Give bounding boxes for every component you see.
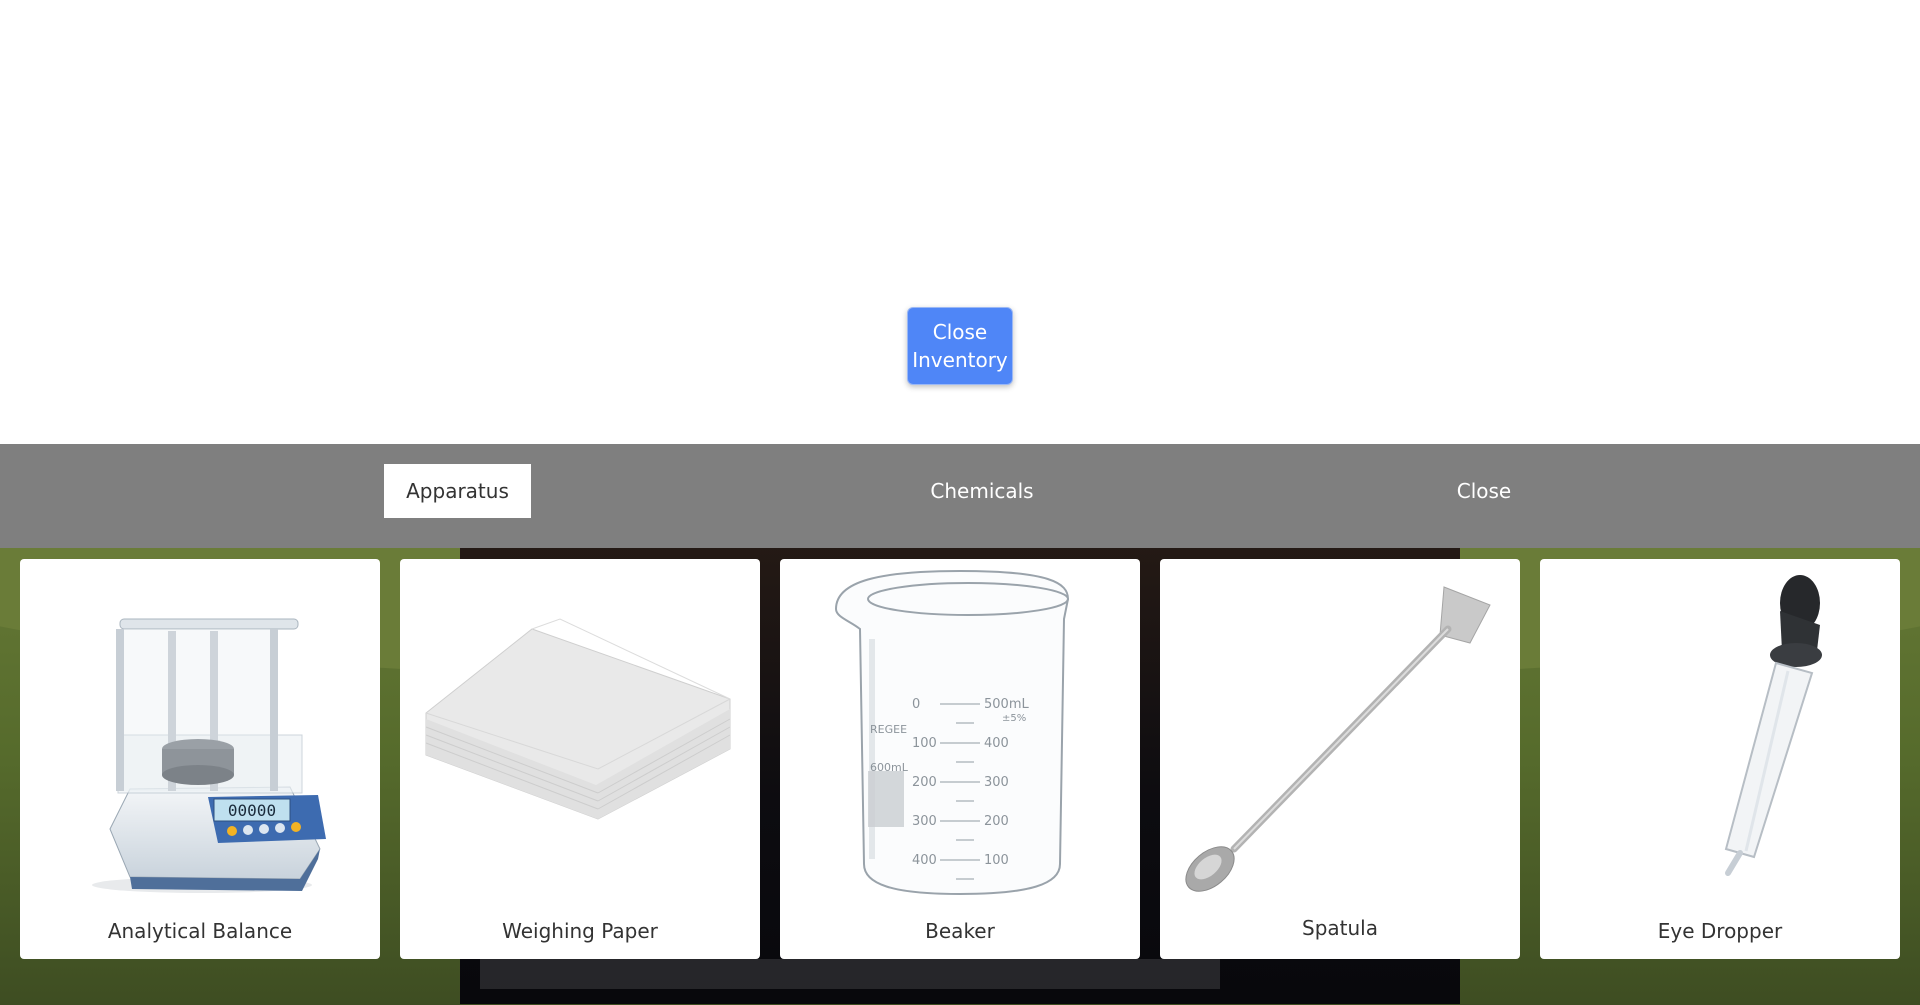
beaker-mark-left-4: 400: [912, 853, 937, 868]
balance-display-value: 00000: [228, 801, 276, 820]
beaker-mark-right-2: 300: [984, 775, 1009, 790]
item-label: Analytical Balance: [107, 919, 293, 943]
item-label: Weighing Paper: [502, 919, 658, 943]
beaker-mark-right-3: 200: [984, 814, 1009, 829]
spatula-icon: [1185, 586, 1491, 892]
beaker-mark-left-1: 100: [912, 736, 937, 751]
item-card-analytical-balance[interactable]: 00000 Analytical Balance: [20, 559, 380, 959]
beaker-mark-right-1: 400: [984, 736, 1009, 751]
beaker-mark-left-0: 0: [912, 697, 920, 712]
tab-apparatus[interactable]: Apparatus: [384, 464, 531, 518]
item-card-eye-dropper[interactable]: Eye Dropper: [1540, 559, 1900, 959]
beaker-brand: REGEE: [870, 723, 907, 736]
item-card-spatula[interactable]: Spatula: [1160, 559, 1520, 959]
tab-chemicals[interactable]: Chemicals: [910, 464, 1054, 518]
item-card-beaker[interactable]: 0 100 200 300 400 500mL ±5% 400 300 200 …: [780, 559, 1140, 959]
item-label: Beaker: [925, 919, 995, 943]
beaker-mark-left-2: 200: [912, 775, 937, 790]
weighing-paper-icon: [425, 618, 731, 820]
beaker-mark-right-4: 100: [984, 853, 1009, 868]
item-label: Eye Dropper: [1657, 919, 1783, 943]
beaker-mark-right-0: 500mL: [984, 697, 1029, 712]
beaker-tolerance: ±5%: [1002, 713, 1026, 724]
item-card-weighing-paper[interactable]: Weighing Paper: [400, 559, 760, 959]
analytical-balance-icon: 00000: [92, 618, 326, 893]
beaker-icon: 0 100 200 300 400 500mL ±5% 400 300 200 …: [834, 569, 1070, 896]
beaker-capacity: 600mL: [870, 761, 909, 774]
tab-close[interactable]: Close: [1430, 464, 1538, 518]
item-label: Spatula: [1302, 916, 1378, 940]
close-inventory-button[interactable]: Close Inventory: [907, 307, 1013, 385]
beaker-mark-left-3: 300: [912, 814, 937, 829]
eye-dropper-icon: [1724, 575, 1822, 876]
